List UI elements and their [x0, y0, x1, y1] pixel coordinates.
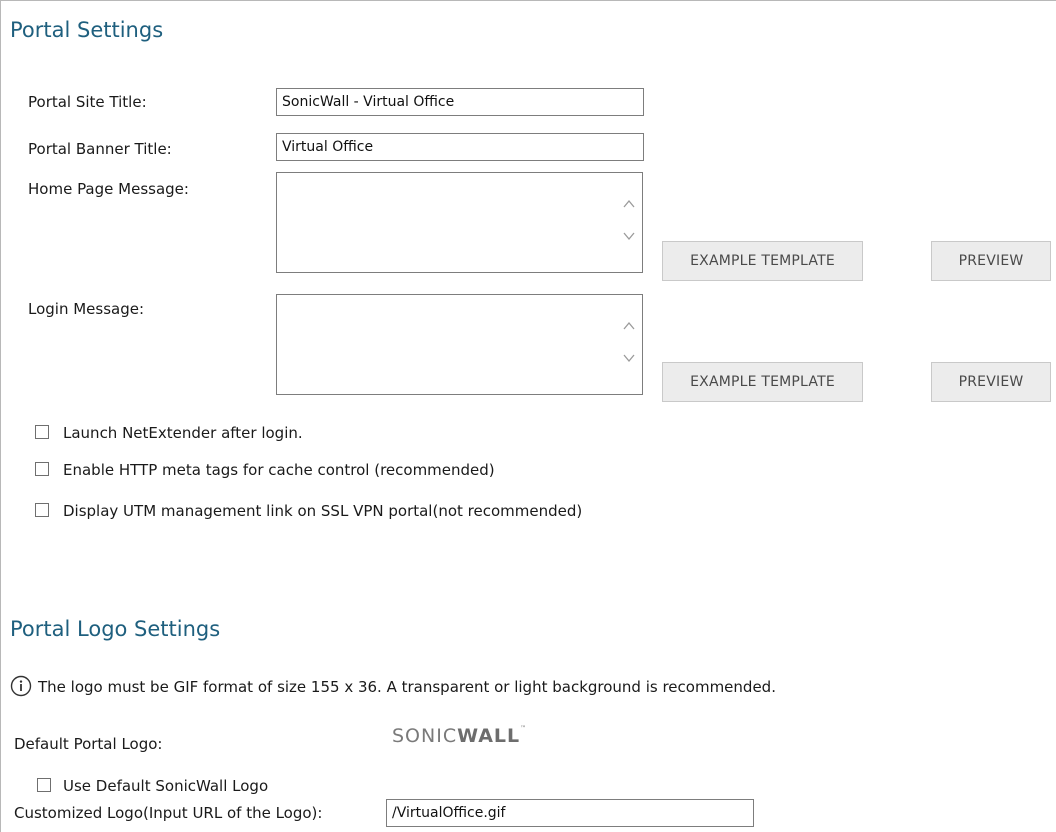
chevron-up-icon[interactable]	[622, 319, 636, 333]
login-example-template-button[interactable]: EXAMPLE TEMPLATE	[662, 362, 863, 402]
http-meta-tags-label: Enable HTTP meta tags for cache control …	[63, 461, 495, 479]
utm-management-link-label: Display UTM management link on SSL VPN p…	[63, 502, 583, 520]
site-title-label: Portal Site Title:	[28, 93, 147, 111]
site-title-input[interactable]	[276, 88, 644, 116]
login-message-textarea[interactable]	[276, 294, 643, 395]
use-default-logo-label: Use Default SonicWall Logo	[63, 777, 269, 795]
portal-settings-heading: Portal Settings	[10, 18, 164, 42]
home-preview-button[interactable]: PREVIEW	[931, 241, 1051, 281]
utm-management-link-checkbox[interactable]	[35, 503, 49, 517]
login-message-label: Login Message:	[28, 300, 145, 318]
sonicwall-logo: SONICWALL™	[392, 725, 528, 747]
info-circle-icon	[10, 675, 32, 697]
custom-logo-url-input[interactable]	[386, 799, 754, 827]
home-example-template-button[interactable]: EXAMPLE TEMPLATE	[662, 241, 863, 281]
use-default-logo-checkbox[interactable]	[37, 778, 51, 792]
launch-netextender-checkbox[interactable]	[35, 425, 49, 439]
chevron-down-icon[interactable]	[622, 351, 636, 365]
logo-info-text: The logo must be GIF format of size 155 …	[38, 678, 776, 696]
launch-netextender-label: Launch NetExtender after login.	[63, 424, 303, 442]
portal-logo-settings-heading: Portal Logo Settings	[10, 617, 221, 641]
custom-logo-label: Customized Logo(Input URL of the Logo):	[14, 804, 323, 822]
default-logo-label: Default Portal Logo:	[14, 735, 163, 753]
page-frame	[0, 0, 1056, 832]
login-preview-button[interactable]: PREVIEW	[931, 362, 1051, 402]
chevron-down-icon[interactable]	[622, 229, 636, 243]
chevron-up-icon[interactable]	[622, 197, 636, 211]
home-message-label: Home Page Message:	[28, 180, 189, 198]
home-message-textarea[interactable]	[276, 172, 643, 273]
http-meta-tags-checkbox[interactable]	[35, 462, 49, 476]
banner-title-input[interactable]	[276, 133, 644, 161]
banner-title-label: Portal Banner Title:	[28, 140, 172, 158]
